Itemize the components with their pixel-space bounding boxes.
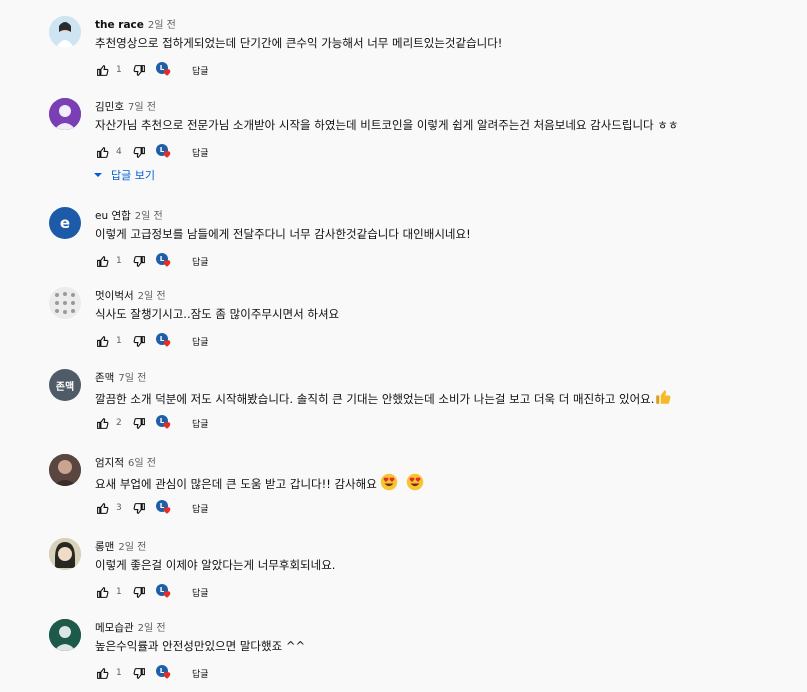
comment-author[interactable]: 멋이벅서 [95, 288, 134, 303]
chevron-down-icon [94, 173, 102, 177]
comment-time[interactable]: 2일 전 [118, 538, 146, 553]
like-icon[interactable] [95, 334, 109, 348]
comment-author[interactable]: 존맥 [95, 370, 114, 385]
avatar[interactable] [49, 98, 81, 130]
dislike-icon[interactable] [132, 585, 146, 599]
comment-author[interactable]: 메모습관 [95, 620, 134, 635]
dislike-icon[interactable] [132, 145, 146, 159]
like-icon[interactable] [95, 254, 109, 268]
like-count: 1 [116, 256, 122, 266]
creator-heart-icon: L [156, 62, 172, 78]
creator-heart-icon: L [156, 584, 172, 600]
heart-eyes-emoji-icon [406, 473, 424, 491]
creator-heart-icon: L [156, 253, 172, 269]
like-icon[interactable] [95, 585, 109, 599]
creator-heart-icon: L [156, 333, 172, 349]
avatar[interactable]: 존맥 [49, 369, 81, 401]
like-count: 4 [116, 147, 122, 157]
reply-button[interactable]: 답글 [192, 417, 209, 430]
reply-button[interactable]: 답글 [192, 64, 209, 77]
avatar[interactable] [49, 287, 81, 319]
avatar-letter: 존맥 [55, 381, 75, 393]
dislike-icon[interactable] [132, 334, 146, 348]
like-icon[interactable] [95, 666, 109, 680]
comment-text: 이렇게 고급정보를 남들에게 전달주다니 너무 감사한것같습니다 대인배시네요! [95, 227, 471, 241]
like-count: 3 [116, 503, 122, 513]
like-count: 1 [116, 336, 122, 346]
comment-author[interactable]: 김민호 [95, 99, 124, 114]
creator-heart-icon: L [156, 415, 172, 431]
comment-text-body: 요새 부업에 관심이 많은데 큰 도움 받고 갑니다!! 감사해요 [95, 477, 377, 491]
avatar-letter: e [59, 214, 71, 232]
creator-heart-icon: L [156, 500, 172, 516]
comment-text: 식사도 잘챙기시고..잠도 좀 많이주무시면서 하셔요 [95, 307, 340, 321]
reply-button[interactable]: 답글 [192, 146, 209, 159]
dislike-icon[interactable] [132, 666, 146, 680]
like-count: 1 [116, 587, 122, 597]
like-count: 1 [116, 668, 122, 678]
comment-author[interactable]: the race [95, 19, 144, 31]
comment-text: 요새 부업에 관심이 많은데 큰 도움 받고 갑니다!! 감사해요 [95, 473, 424, 492]
comment-text: 깔끔한 소개 덕분에 저도 시작해봤습니다. 솔직히 큰 기대는 안했었는데 소… [95, 388, 672, 407]
creator-heart-icon: L [156, 665, 172, 681]
like-count: 2 [116, 418, 122, 428]
comment-author[interactable]: 엄지적 [95, 455, 124, 470]
avatar[interactable]: e [49, 207, 81, 239]
dislike-icon[interactable] [132, 416, 146, 430]
comment-text: 자산가님 추천으로 전문가님 소개받아 시작을 하였는데 비트코인을 이렇게 쉽… [95, 118, 679, 132]
like-icon[interactable] [95, 145, 109, 159]
reply-button[interactable]: 답글 [192, 667, 209, 680]
comment-time[interactable]: 2일 전 [138, 619, 166, 634]
dislike-icon[interactable] [132, 501, 146, 515]
avatar[interactable] [49, 454, 81, 486]
reply-button[interactable]: 답글 [192, 586, 209, 599]
avatar[interactable] [49, 538, 81, 570]
comment-time[interactable]: 2일 전 [138, 287, 166, 302]
reply-button[interactable]: 답글 [192, 335, 209, 348]
comment-text: 추천영상으로 접하게되었는데 단기간에 큰수익 가능해서 너무 메리트있는것같습… [95, 36, 503, 50]
comment-time[interactable]: 7일 전 [128, 98, 156, 113]
dislike-icon[interactable] [132, 254, 146, 268]
like-icon[interactable] [95, 63, 109, 77]
creator-heart-icon: L [156, 144, 172, 160]
comment-text: 이렇게 좋은걸 이제야 알았다는게 너무후회되네요. [95, 558, 336, 572]
show-replies-button[interactable]: 답글 보기 [93, 167, 155, 183]
comment-time[interactable]: 7일 전 [118, 369, 146, 384]
heart-eyes-emoji-icon [381, 473, 398, 491]
thumbs-up-emoji-icon [656, 390, 671, 404]
comment-time[interactable]: 2일 전 [148, 16, 176, 31]
comment-text: 높은수익률과 안전성만있으면 말다했죠 ^^ [95, 639, 306, 653]
comment-author[interactable]: 롱맨 [95, 539, 114, 554]
like-icon[interactable] [95, 501, 109, 515]
like-count: 1 [116, 65, 122, 75]
comment-time[interactable]: 2일 전 [135, 207, 163, 222]
like-icon[interactable] [95, 416, 109, 430]
dislike-icon[interactable] [132, 63, 146, 77]
comment-author[interactable]: eu 연합 [95, 208, 131, 223]
show-replies-label: 답글 보기 [111, 169, 155, 182]
reply-button[interactable]: 답글 [192, 255, 209, 268]
reply-button[interactable]: 답글 [192, 502, 209, 515]
avatar[interactable] [49, 619, 81, 651]
comment-text-body: 깔끔한 소개 덕분에 저도 시작해봤습니다. 솔직히 큰 기대는 안했었는데 소… [95, 392, 655, 406]
comment-time[interactable]: 6일 전 [128, 454, 156, 469]
avatar[interactable] [49, 16, 81, 48]
